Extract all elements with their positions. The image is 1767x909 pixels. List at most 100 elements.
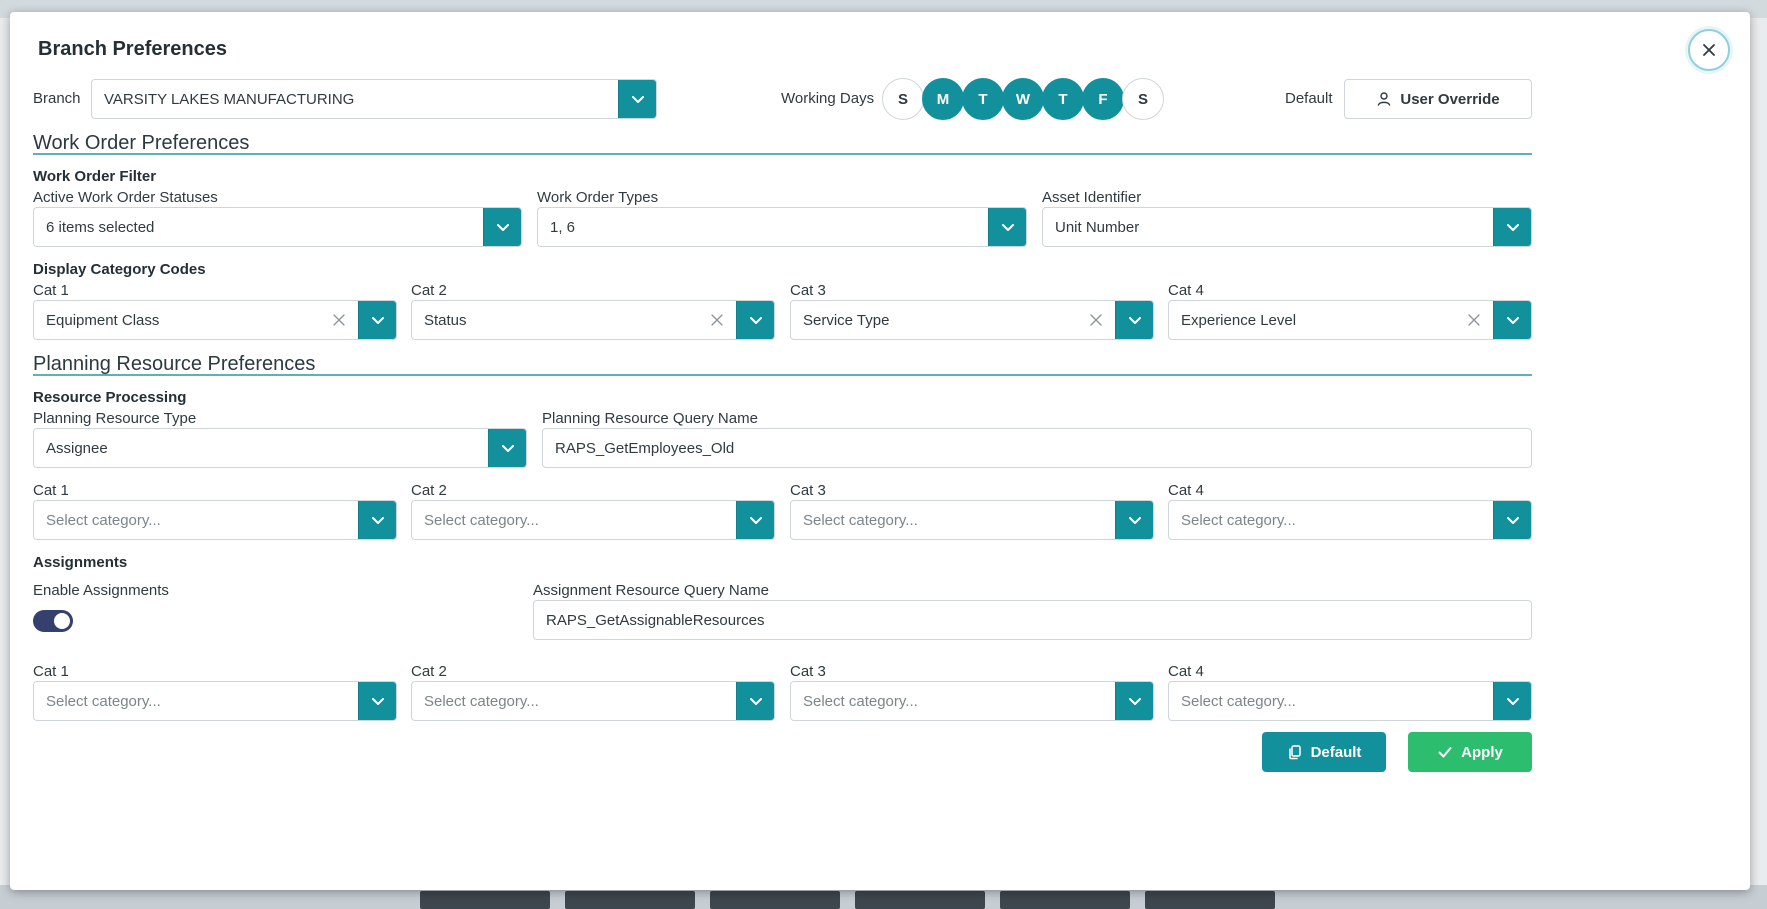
- background-block: [420, 891, 550, 909]
- close-button[interactable]: [1688, 29, 1730, 71]
- day-toggle-saturday[interactable]: S: [1122, 78, 1164, 120]
- chevron-down-icon: [1128, 317, 1141, 324]
- types-value: 1, 6: [550, 218, 576, 236]
- day-toggle-friday[interactable]: F: [1082, 78, 1124, 120]
- display-cat-4-clear-button[interactable]: [1455, 301, 1493, 339]
- enable-assignments-toggle[interactable]: [33, 610, 73, 632]
- assign-cat-1-select[interactable]: Select category...: [33, 681, 397, 721]
- assign-cat-3-dropdown-button[interactable]: [1115, 682, 1153, 720]
- enable-assignments-label: Enable Assignments: [33, 582, 169, 599]
- background-block: [565, 891, 695, 909]
- statuses-select[interactable]: 6 items selected: [33, 207, 522, 247]
- work-order-section-heading: Work Order Preferences: [33, 132, 250, 154]
- chevron-down-icon: [1506, 698, 1519, 705]
- display-cat-3-dropdown-button[interactable]: [1115, 301, 1153, 339]
- assignment-query-input[interactable]: RAPS_GetAssignableResources: [533, 600, 1532, 640]
- processing-cat-1-dropdown-button[interactable]: [358, 501, 396, 539]
- statuses-label: Active Work Order Statuses: [33, 189, 218, 206]
- assign-cat-4-dropdown-button[interactable]: [1493, 682, 1531, 720]
- display-cat-4-select[interactable]: Experience Level: [1168, 300, 1532, 340]
- day-toggle-wednesday[interactable]: W: [1002, 78, 1044, 120]
- display-cat-4-dropdown-button[interactable]: [1493, 301, 1531, 339]
- user-override-label: User Override: [1400, 90, 1500, 108]
- default-button[interactable]: Default: [1262, 732, 1386, 772]
- display-cat-1-dropdown-button[interactable]: [358, 301, 396, 339]
- display-cat-2-value: Status: [424, 311, 467, 329]
- chevron-down-icon: [1506, 224, 1519, 231]
- day-toggle-thursday[interactable]: T: [1042, 78, 1084, 120]
- processing-cat-2-select[interactable]: Select category...: [411, 500, 775, 540]
- chevron-down-icon: [749, 517, 762, 524]
- processing-cat-2-label: Cat 2: [411, 482, 447, 499]
- display-cat-2-dropdown-button[interactable]: [736, 301, 774, 339]
- planning-query-input[interactable]: RAPS_GetEmployees_Old: [542, 428, 1532, 468]
- display-cat-2-select[interactable]: Status: [411, 300, 775, 340]
- processing-cat-1-label: Cat 1: [33, 482, 69, 499]
- processing-cat-4-select[interactable]: Select category...: [1168, 500, 1532, 540]
- clear-x-icon: [333, 314, 345, 326]
- processing-cat-2-placeholder: Select category...: [424, 511, 539, 529]
- branch-select[interactable]: VARSITY LAKES MANUFACTURING: [91, 79, 657, 119]
- day-toggle-sunday[interactable]: S: [882, 78, 924, 120]
- section-divider: [33, 153, 1532, 155]
- user-icon: [1378, 92, 1391, 106]
- statuses-dropdown-button[interactable]: [483, 208, 521, 246]
- display-cat-1-clear-button[interactable]: [320, 301, 358, 339]
- display-cat-2-clear-button[interactable]: [698, 301, 736, 339]
- planning-resource-type-dropdown-button[interactable]: [488, 429, 526, 467]
- day-toggle-tuesday[interactable]: T: [962, 78, 1004, 120]
- processing-cat-1-select[interactable]: Select category...: [33, 500, 397, 540]
- chevron-down-icon: [501, 445, 514, 452]
- display-cat-1-select[interactable]: Equipment Class: [33, 300, 397, 340]
- planning-resource-type-label: Planning Resource Type: [33, 410, 197, 427]
- processing-cat-2-dropdown-button[interactable]: [736, 501, 774, 539]
- chevron-down-icon: [749, 317, 762, 324]
- assign-cat-4-label: Cat 4: [1168, 663, 1204, 680]
- assignment-query-label: Assignment Resource Query Name: [533, 582, 769, 599]
- processing-cat-4-label: Cat 4: [1168, 482, 1204, 499]
- clear-x-icon: [711, 314, 723, 326]
- types-dropdown-button[interactable]: [988, 208, 1026, 246]
- statuses-value: 6 items selected: [46, 218, 155, 236]
- display-cat-2-label: Cat 2: [411, 282, 447, 299]
- processing-cat-3-select[interactable]: Select category...: [790, 500, 1154, 540]
- user-override-button[interactable]: User Override: [1344, 79, 1532, 119]
- working-days-selector: S M T W T F S: [882, 78, 1164, 120]
- display-cat-3-label: Cat 3: [790, 282, 826, 299]
- chevron-down-icon: [1506, 517, 1519, 524]
- default-button-label: Default: [1310, 743, 1362, 761]
- planning-query-label: Planning Resource Query Name: [542, 410, 758, 427]
- apply-button[interactable]: Apply: [1408, 732, 1532, 772]
- assign-cat-3-select[interactable]: Select category...: [790, 681, 1154, 721]
- display-cat-3-clear-button[interactable]: [1077, 301, 1115, 339]
- assign-cat-2-select[interactable]: Select category...: [411, 681, 775, 721]
- display-cat-1-value: Equipment Class: [46, 311, 160, 329]
- assign-cat-1-dropdown-button[interactable]: [358, 682, 396, 720]
- default-label: Default: [1285, 90, 1333, 107]
- assign-cat-2-placeholder: Select category...: [424, 692, 539, 710]
- processing-cat-3-placeholder: Select category...: [803, 511, 918, 529]
- chevron-down-icon: [371, 317, 384, 324]
- display-cat-4-value: Experience Level: [1181, 311, 1297, 329]
- planning-resource-type-value: Assignee: [46, 439, 108, 457]
- chevron-down-icon: [1128, 698, 1141, 705]
- asset-identifier-dropdown-button[interactable]: [1493, 208, 1531, 246]
- assign-cat-4-select[interactable]: Select category...: [1168, 681, 1532, 721]
- chevron-down-icon: [371, 698, 384, 705]
- processing-cat-4-dropdown-button[interactable]: [1493, 501, 1531, 539]
- background-block: [1000, 891, 1130, 909]
- display-category-heading: Display Category Codes: [33, 261, 206, 278]
- asset-identifier-label: Asset Identifier: [1042, 189, 1142, 206]
- processing-cat-3-dropdown-button[interactable]: [1115, 501, 1153, 539]
- assign-cat-2-dropdown-button[interactable]: [736, 682, 774, 720]
- dialog-title: Branch Preferences: [38, 38, 227, 60]
- working-days-label: Working Days: [781, 90, 875, 107]
- planning-resource-type-select[interactable]: Assignee: [33, 428, 527, 468]
- display-cat-3-select[interactable]: Service Type: [790, 300, 1154, 340]
- day-toggle-monday[interactable]: M: [922, 78, 964, 120]
- branch-label: Branch: [33, 90, 81, 107]
- asset-identifier-select[interactable]: Unit Number: [1042, 207, 1532, 247]
- branch-dropdown-button[interactable]: [618, 80, 656, 118]
- assignment-query-value: RAPS_GetAssignableResources: [546, 611, 765, 629]
- types-select[interactable]: 1, 6: [537, 207, 1027, 247]
